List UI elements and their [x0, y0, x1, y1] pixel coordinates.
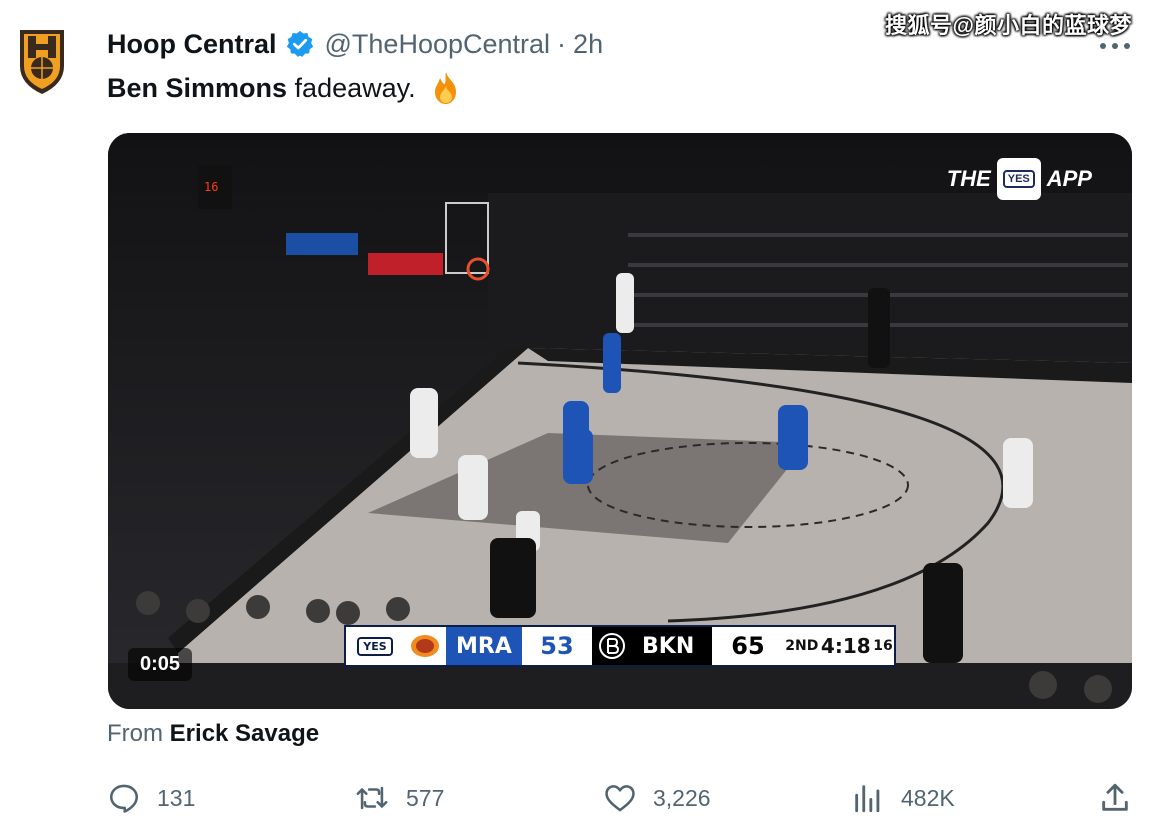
- like-button[interactable]: 3,226: [603, 776, 711, 820]
- views-button[interactable]: 482K: [851, 776, 955, 820]
- broadcaster-prefix: THE: [946, 166, 991, 191]
- reply-button[interactable]: 131: [107, 776, 195, 820]
- away-score: 53: [522, 627, 592, 665]
- broadcaster-logo: THE YES APP: [947, 158, 1092, 200]
- verified-badge-icon: [286, 30, 313, 57]
- svg-text:16: 16: [204, 180, 218, 194]
- avatar[interactable]: [14, 26, 70, 98]
- shot-clock: 16: [873, 638, 893, 654]
- like-count: 3,226: [653, 784, 711, 811]
- action-bar: 131 577 3,226 482K: [0, 776, 1158, 820]
- video-player[interactable]: 16 THE YES APP YES MRA 53 BKN 65 2ND 4:1…: [108, 133, 1132, 709]
- share-button[interactable]: [1098, 776, 1148, 820]
- tweet-time[interactable]: 2h: [573, 29, 603, 60]
- yes-network-icon: YES: [996, 158, 1041, 200]
- fire-icon: [434, 72, 456, 104]
- tweet-text-rest: fadeaway.: [287, 72, 416, 103]
- tweet-text: Ben Simmons fadeaway.: [107, 70, 464, 106]
- quarter: 2ND: [785, 638, 819, 654]
- away-team: MRA: [446, 627, 522, 665]
- heart-icon: [605, 785, 635, 812]
- broadcaster-suffix: APP: [1046, 166, 1092, 191]
- share-icon: [1102, 783, 1128, 811]
- author-handle[interactable]: @TheHoopCentral: [325, 29, 551, 60]
- hoop-central-logo-icon: [20, 30, 64, 94]
- watermark: 搜狐号@颜小白的蓝球梦: [885, 13, 1132, 38]
- game-clock: 4:18: [820, 634, 871, 658]
- view-count: 482K: [901, 784, 955, 811]
- nets-logo-icon: [592, 627, 632, 665]
- retweet-count: 577: [406, 784, 445, 811]
- author-name[interactable]: Hoop Central: [107, 29, 277, 60]
- more-options-icon[interactable]: [1098, 40, 1132, 52]
- scoreboard-network: YES: [346, 627, 404, 665]
- tweet-text-bold: Ben Simmons: [107, 72, 288, 103]
- attribution-prefix: From: [107, 720, 163, 747]
- tweet-header: Hoop Central @TheHoopCentral · 2h: [107, 26, 603, 62]
- scoreboard: YES MRA 53 BKN 65 2ND 4:18 16: [344, 625, 896, 667]
- mra-team-logo-icon: [404, 627, 446, 665]
- retweet-icon: [356, 786, 388, 810]
- views-bar-chart-icon: [855, 785, 880, 813]
- scoreboard-network-label: YES: [357, 636, 393, 656]
- attribution-name[interactable]: Erick Savage: [170, 720, 319, 747]
- video-duration: 0:05: [128, 648, 193, 681]
- game-clock-panel: 2ND 4:18 16: [784, 627, 894, 665]
- home-team: BKN: [632, 627, 712, 665]
- video-frame: 16: [108, 133, 1132, 709]
- separator-dot: ·: [557, 28, 567, 59]
- home-score: 65: [712, 627, 784, 665]
- retweet-button[interactable]: 577: [354, 776, 444, 820]
- video-attribution: From Erick Savage: [107, 720, 319, 748]
- broadcaster-logo-text: YES: [1002, 170, 1035, 188]
- reply-count: 131: [157, 784, 196, 811]
- reply-icon: [109, 784, 139, 813]
